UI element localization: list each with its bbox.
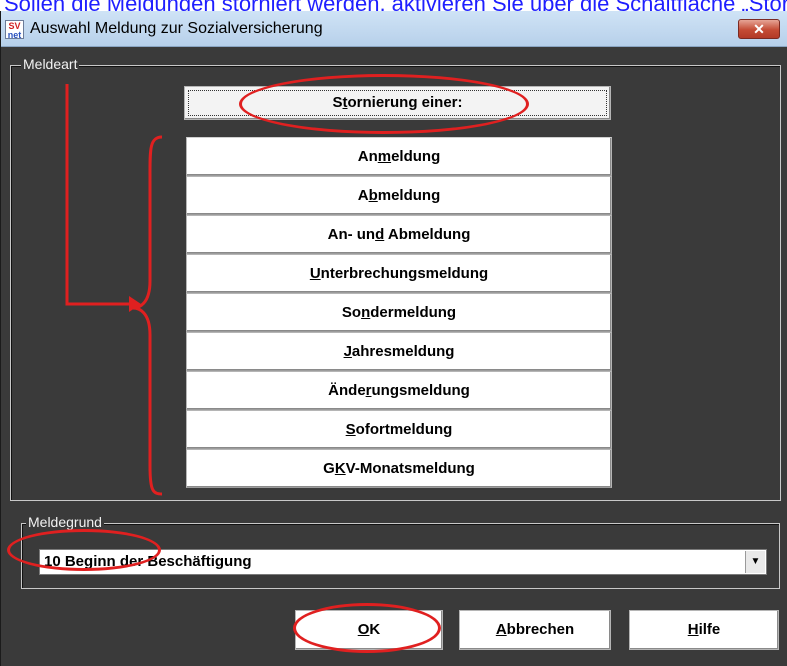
annotation-arrow-brace	[65, 84, 163, 496]
dialog-window: SV net Auswahl Meldung zur Sozialversich…	[0, 11, 787, 666]
